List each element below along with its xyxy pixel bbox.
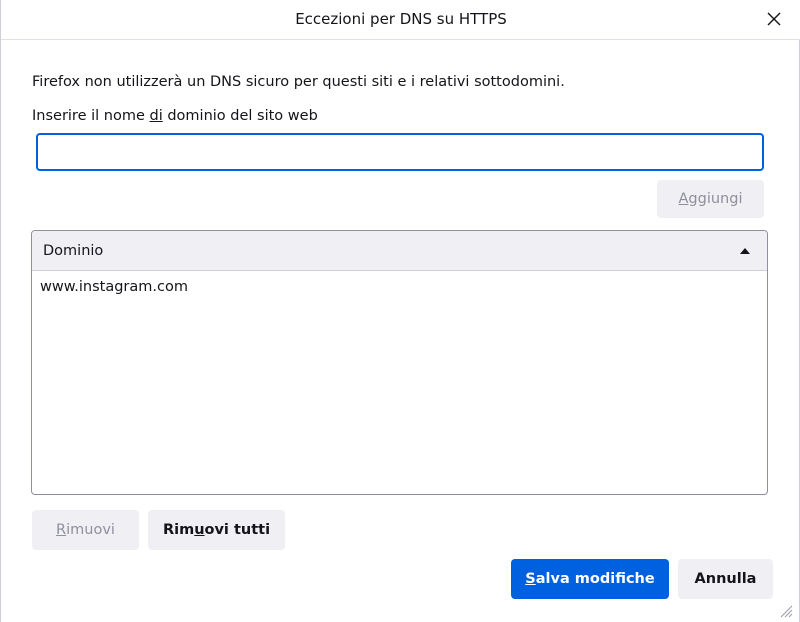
dialog-title: Eccezioni per DNS su HTTPS [295,10,507,28]
remove-button-label: imuovi [66,522,115,538]
remove-all-button[interactable]: Rim u ovi tutti [148,510,285,550]
dialog-description: Firefox non utilizzerà un DNS sicuro per… [32,74,565,90]
column-header-domain[interactable]: Dominio [32,231,767,271]
close-button[interactable] [761,6,787,32]
domain-field-label-accesskey: di [149,108,163,124]
remove-button[interactable]: Rimuovi [32,510,139,550]
domain-field-label-text-end: dominio del sito web [162,108,318,124]
domain-field-label-text: Inserire il nome [32,108,150,124]
remove-button-accesskey: R [56,522,67,538]
domain-field-label: Inserire il nome di dominio del sito web [32,108,318,124]
table-row[interactable]: www.instagram.com [32,271,767,303]
save-button-accesskey: S [525,571,536,587]
add-button-accesskey: A [678,191,689,207]
column-header-label: Dominio [43,243,104,259]
close-icon [767,12,781,26]
table-rows: www.instagram.com [32,271,767,303]
exceptions-table: Dominio www.instagram.com [31,230,768,495]
add-button-label: ggiungi [688,191,743,207]
dns-exceptions-dialog: Eccezioni per DNS su HTTPS Firefox non u… [0,0,800,622]
sort-ascending-icon [740,248,750,254]
remove-all-accesskey: u [194,522,205,538]
remove-all-label-start: Rim [162,522,195,538]
save-button-label: alva modifiche [535,571,655,587]
domain-input[interactable] [36,133,764,171]
resize-grip-icon[interactable] [777,602,793,618]
remove-all-label-end: ovi tutti [204,522,271,538]
cancel-button[interactable]: Annulla [678,559,773,599]
add-button[interactable]: Aggiungi [657,180,764,218]
save-button[interactable]: Salva modifiche [511,559,669,599]
title-bar: Eccezioni per DNS su HTTPS [1,0,800,40]
